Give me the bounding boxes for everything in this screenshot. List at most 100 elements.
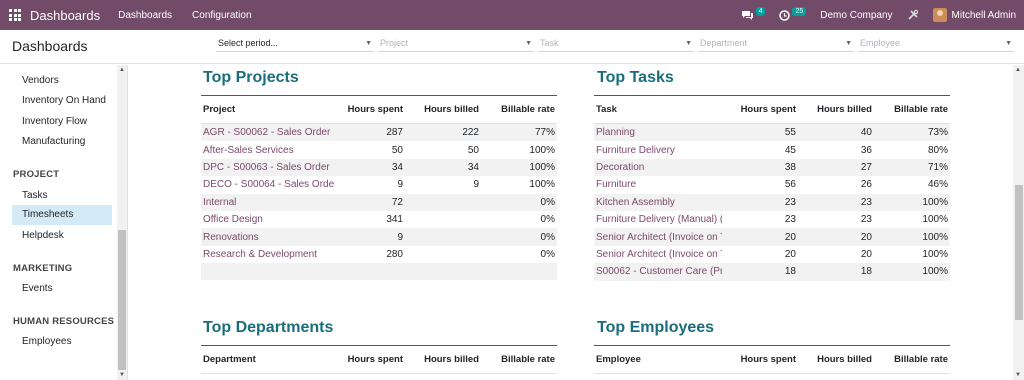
row-name-cell[interactable]: Furniture Delivery (Manual) (S bbox=[594, 214, 722, 225]
department-filter[interactable]: Department ▼ bbox=[698, 36, 854, 52]
column-header[interactable]: Employee bbox=[594, 354, 722, 365]
table-header: Department Hours spent Hours billed Bill… bbox=[201, 346, 557, 374]
column-header[interactable]: Hours spent bbox=[722, 104, 798, 115]
top-employees-table: Employee Hours spent Hours billed Billab… bbox=[594, 345, 950, 374]
table-row[interactable]: Internal 72 0% bbox=[201, 193, 557, 211]
row-value-cell: 287 bbox=[386, 127, 403, 139]
column-header[interactable]: Department bbox=[201, 354, 339, 365]
table-row[interactable]: Furniture Delivery (Manual) (S 23 23 100% bbox=[594, 211, 950, 228]
scroll-down-icon[interactable]: ▼ bbox=[119, 372, 125, 378]
row-name-cell[interactable]: After-Sales Services bbox=[201, 145, 339, 156]
row-name-cell[interactable]: Planning bbox=[594, 127, 722, 138]
messages-systray[interactable]: 4 bbox=[741, 0, 766, 30]
top-departments-title: Top Departments bbox=[203, 319, 334, 336]
table-row[interactable]: Renovations 9 0% bbox=[201, 228, 557, 246]
top-tasks-table: Task Hours spent Hours billed Billable r… bbox=[594, 95, 950, 281]
table-row[interactable]: Planning 55 40 73% bbox=[594, 124, 950, 142]
sidebar-item-inventory-flow[interactable]: Inventory Flow bbox=[12, 112, 112, 132]
sidebar-item-tasks[interactable]: Tasks bbox=[12, 186, 112, 206]
sidebar-item-helpdesk[interactable]: Helpdesk bbox=[12, 226, 112, 246]
employee-filter-label: Employee bbox=[860, 38, 901, 48]
row-name-cell[interactable]: Senior Architect (Invoice on Ti bbox=[594, 249, 722, 260]
row-value-cell: 100% bbox=[529, 161, 555, 173]
row-name-cell[interactable]: AGR - S00062 - Sales Order bbox=[201, 127, 339, 138]
sidebar-heading-human-resources: HUMAN RESOURCES bbox=[13, 316, 115, 327]
table-row[interactable]: Furniture Delivery 45 36 80% bbox=[594, 141, 950, 158]
table-row[interactable]: Kitchen Assembly 23 23 100% bbox=[594, 193, 950, 211]
sidebar-scrollbar[interactable]: ▲ ▼ bbox=[117, 65, 127, 380]
scroll-up-icon[interactable]: ▲ bbox=[1015, 67, 1021, 73]
row-name-cell[interactable]: DPC - S00063 - Sales Order bbox=[201, 162, 339, 173]
column-header[interactable]: Billable rate bbox=[481, 354, 557, 365]
tools-icon bbox=[907, 9, 918, 20]
column-header[interactable]: Hours spent bbox=[339, 354, 405, 365]
row-value-cell: 23 bbox=[860, 196, 872, 208]
sidebar-item-vendors[interactable]: Vendors bbox=[12, 71, 112, 91]
company-switcher[interactable]: Demo Company bbox=[820, 10, 892, 21]
row-name-cell[interactable]: S00062 - Customer Care (Pre bbox=[594, 266, 722, 277]
menu-configuration[interactable]: Configuration bbox=[192, 10, 251, 21]
table-row[interactable]: Senior Architect (Invoice on Ti 20 20 100% bbox=[594, 228, 950, 246]
task-filter[interactable]: Task ▼ bbox=[538, 36, 694, 52]
user-menu[interactable]: Mitchell Admin bbox=[932, 8, 1016, 22]
column-header[interactable]: Task bbox=[594, 104, 722, 115]
scroll-down-icon[interactable]: ▼ bbox=[1015, 372, 1021, 378]
table-row[interactable]: Office Design 341 0% bbox=[201, 211, 557, 228]
column-header[interactable]: Hours billed bbox=[798, 104, 874, 115]
row-name-cell[interactable]: DECO - S00064 - Sales Orde bbox=[201, 179, 339, 190]
column-header[interactable]: Hours spent bbox=[722, 354, 798, 365]
scrollbar-thumb[interactable] bbox=[1015, 185, 1023, 320]
table-row[interactable]: Furniture 56 26 46% bbox=[594, 176, 950, 193]
column-header[interactable]: Hours billed bbox=[405, 104, 481, 115]
row-value-cell: 71% bbox=[927, 161, 948, 173]
column-header[interactable]: Hours billed bbox=[405, 354, 481, 365]
column-header[interactable]: Billable rate bbox=[874, 104, 950, 115]
row-name-cell[interactable]: Decoration bbox=[594, 162, 722, 173]
sidebar-item-manufacturing[interactable]: Manufacturing bbox=[12, 132, 112, 152]
column-header[interactable]: Project bbox=[201, 104, 339, 115]
app-brand[interactable]: Dashboards bbox=[30, 8, 100, 23]
caret-down-icon: ▼ bbox=[525, 40, 532, 47]
column-header[interactable]: Hours spent bbox=[339, 104, 405, 115]
row-name-cell[interactable]: Research & Development bbox=[201, 249, 339, 260]
row-name-cell[interactable]: Furniture Delivery bbox=[594, 145, 722, 156]
row-name-cell[interactable]: Renovations bbox=[201, 232, 339, 243]
sidebar-item-timesheets[interactable]: Timesheets bbox=[12, 205, 112, 225]
main-scrollbar[interactable]: ▲ ▼ bbox=[1013, 65, 1024, 380]
project-filter[interactable]: Project ▼ bbox=[378, 36, 534, 52]
row-name-cell[interactable]: Furniture bbox=[594, 179, 722, 190]
period-filter[interactable]: Select period... ▼ bbox=[216, 36, 374, 52]
table-row[interactable]: S00062 - Customer Care (Pre 18 18 100% bbox=[594, 263, 950, 281]
caret-down-icon: ▼ bbox=[845, 40, 852, 47]
department-filter-label: Department bbox=[700, 38, 748, 48]
menu-dashboards[interactable]: Dashboards bbox=[118, 10, 172, 21]
sidebar-item-employees[interactable]: Employees bbox=[12, 332, 112, 352]
column-header[interactable]: Billable rate bbox=[481, 104, 557, 115]
row-value-cell: 100% bbox=[529, 144, 555, 156]
column-header[interactable]: Billable rate bbox=[874, 354, 950, 365]
apps-menu-icon[interactable] bbox=[0, 0, 30, 30]
table-row[interactable]: DECO - S00064 - Sales Orde 9 9 100% bbox=[201, 176, 557, 193]
row-value-cell: 46% bbox=[927, 179, 948, 191]
scrollbar-thumb[interactable] bbox=[118, 230, 126, 370]
sidebar-item-inventory-on-hand[interactable]: Inventory On Hand bbox=[12, 91, 112, 111]
scroll-up-icon[interactable]: ▲ bbox=[119, 67, 125, 73]
activities-systray[interactable]: 25 bbox=[779, 0, 807, 30]
row-name-cell[interactable]: Senior Architect (Invoice on Ti bbox=[594, 232, 722, 243]
row-name-cell[interactable]: Internal bbox=[201, 197, 339, 208]
debug-tools[interactable] bbox=[907, 0, 919, 30]
table-row[interactable]: DPC - S00063 - Sales Order 34 34 100% bbox=[201, 158, 557, 177]
table-row[interactable]: Senior Architect (Invoice on Ti 20 20 100% bbox=[594, 246, 950, 263]
table-row[interactable]: After-Sales Services 50 50 100% bbox=[201, 141, 557, 158]
table-row[interactable]: Research & Development 280 0% bbox=[201, 246, 557, 263]
table-row[interactable]: AGR - S00062 - Sales Order 287 222 77% bbox=[201, 124, 557, 142]
task-filter-label: Task bbox=[540, 38, 559, 48]
sidebar-item-events[interactable]: Events bbox=[12, 279, 112, 299]
employee-filter[interactable]: Employee ▼ bbox=[858, 36, 1014, 52]
row-value-cell: 26 bbox=[860, 179, 872, 191]
row-name-cell[interactable]: Kitchen Assembly bbox=[594, 197, 722, 208]
column-header[interactable]: Hours billed bbox=[798, 354, 874, 365]
table-row[interactable]: Decoration 38 27 71% bbox=[594, 158, 950, 177]
row-name-cell[interactable]: Office Design bbox=[201, 214, 339, 225]
row-value-cell: 100% bbox=[529, 179, 555, 191]
